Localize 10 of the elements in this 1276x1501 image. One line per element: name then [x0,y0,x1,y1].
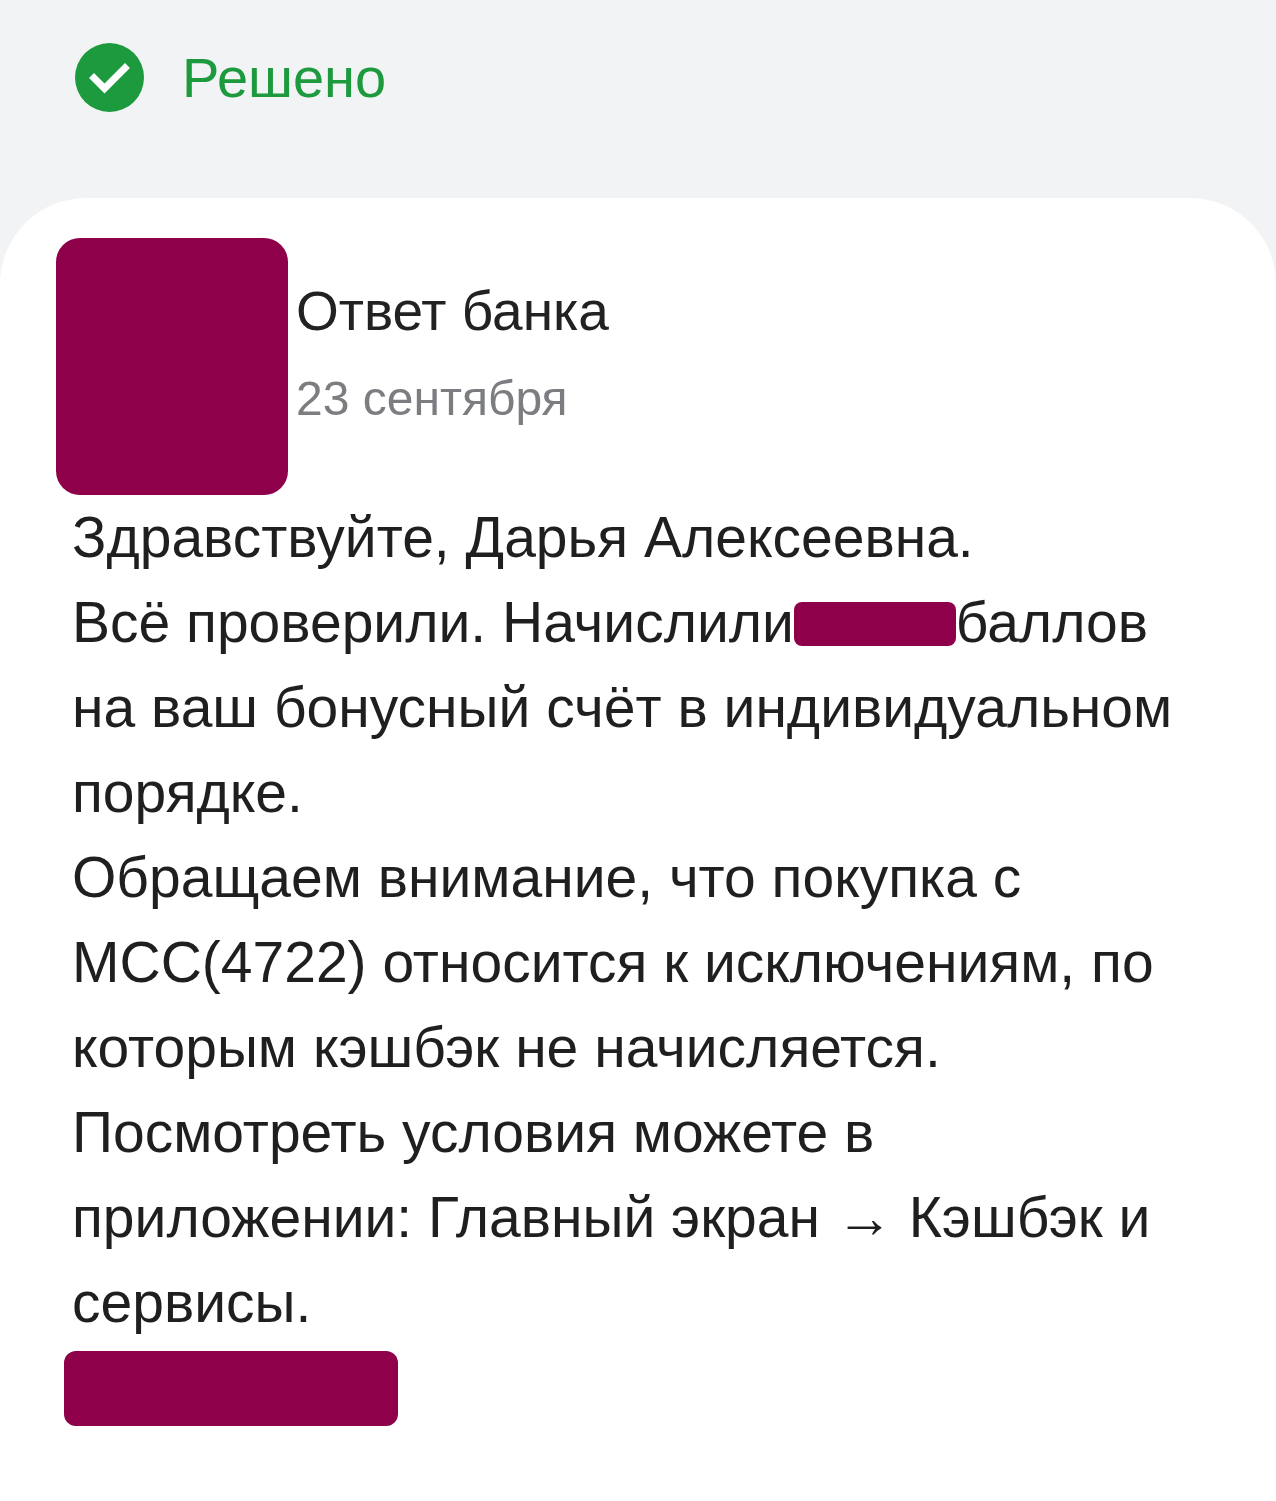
message-text: Обращаем внимание, что покупка с МСС(4722) относится к исключениям, по которым кэшбэк не начисляется. [72,845,1154,1079]
message-text: на ваш бонусный счёт в индивидуальном порядке. [72,675,1173,824]
message-text: Здравствуйте, Дарья Алексеевна. [72,505,974,569]
status-label: Решено [182,44,387,111]
check-circle-icon [75,43,144,112]
message-text: баллов [955,590,1148,654]
author-name: Ответ банка [296,279,609,344]
message-text: Посмотреть условия можете в приложении: Главный экран → Кэшбэк и сервисы. [72,1100,1151,1334]
message-date: 23 сентября [296,371,569,427]
message-text: Всё проверили. Начислили [72,590,794,654]
